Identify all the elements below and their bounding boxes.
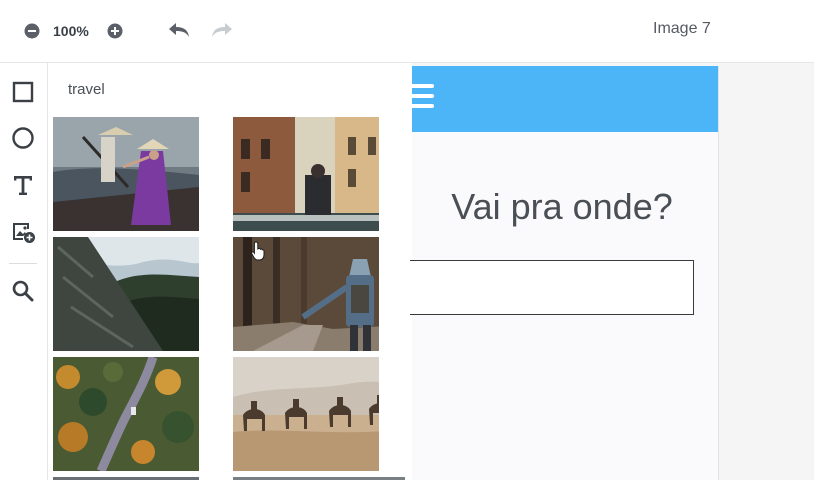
design-canvas[interactable]: Vai pra onde? bbox=[410, 63, 814, 480]
image-result-women-boat[interactable] bbox=[53, 117, 199, 231]
image-result-venice-canal[interactable] bbox=[233, 117, 379, 231]
artboard-heading[interactable]: Vai pra onde? bbox=[412, 186, 712, 228]
image-result-desert-camels[interactable] bbox=[233, 357, 379, 471]
destination-input-box[interactable] bbox=[410, 260, 694, 315]
undo-arrow-icon bbox=[169, 23, 189, 37]
tool-separator bbox=[9, 263, 37, 264]
image-add-icon bbox=[13, 223, 35, 243]
minus-circle-icon bbox=[24, 23, 40, 39]
artboard[interactable]: Vai pra onde? bbox=[410, 66, 719, 480]
text-t-icon bbox=[14, 176, 32, 195]
image-tool-button[interactable] bbox=[9, 218, 37, 246]
search-tool-button[interactable] bbox=[9, 277, 37, 305]
hand-cursor-icon bbox=[251, 241, 265, 261]
redo-button[interactable] bbox=[209, 19, 235, 41]
undo-button[interactable] bbox=[166, 19, 192, 41]
ellipse-tool-button[interactable] bbox=[9, 124, 37, 152]
artboard-header-bar[interactable] bbox=[412, 66, 718, 132]
zoom-level[interactable]: 100% bbox=[53, 22, 89, 40]
redo-arrow-icon bbox=[212, 23, 232, 37]
search-icon bbox=[12, 280, 34, 302]
zoom-out-button[interactable] bbox=[23, 22, 41, 40]
document-title: Image 7 bbox=[653, 20, 711, 37]
search-query-label[interactable]: travel bbox=[68, 81, 105, 98]
circle-icon bbox=[12, 127, 34, 149]
image-search-panel: travel bbox=[48, 63, 412, 480]
tool-rail bbox=[0, 63, 48, 480]
plus-circle-icon bbox=[107, 23, 123, 39]
zoom-in-button[interactable] bbox=[106, 22, 124, 40]
rectangle-tool-button[interactable] bbox=[9, 78, 37, 106]
hamburger-menu-icon[interactable] bbox=[412, 84, 434, 116]
top-toolbar: 100% Image 7 bbox=[0, 0, 814, 63]
image-result-forest-cliff[interactable] bbox=[53, 237, 199, 351]
text-tool-button[interactable] bbox=[9, 171, 37, 199]
square-icon bbox=[12, 81, 34, 103]
image-result-autumn-road[interactable] bbox=[53, 357, 199, 471]
